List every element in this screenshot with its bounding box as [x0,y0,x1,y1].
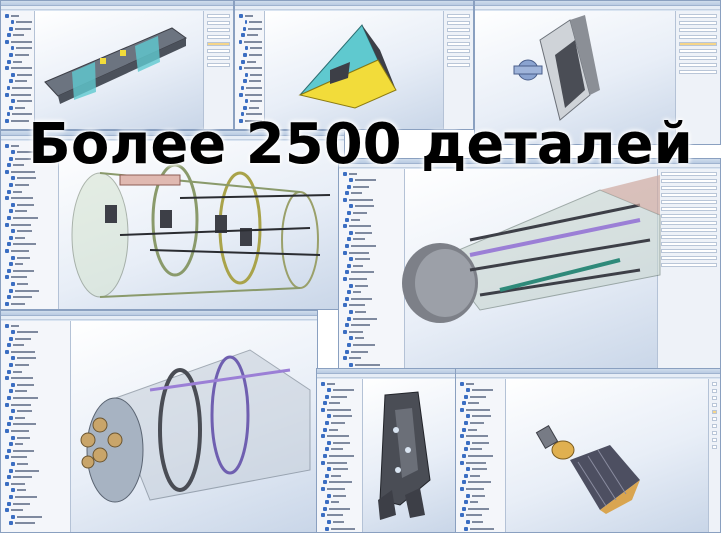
nose-section-model [402,175,661,323]
model-illustrations [44,15,661,520]
hinge-bracket-model [513,15,600,121]
truss-part-model [378,391,431,520]
headline-text: Более 2500 деталей [28,112,693,177]
beam-assembly-model [44,27,187,104]
frame-assembly-model [71,163,331,298]
engine-module-model [80,349,311,503]
nozzle-model [535,425,640,514]
wedge-bracket-model [298,24,397,109]
